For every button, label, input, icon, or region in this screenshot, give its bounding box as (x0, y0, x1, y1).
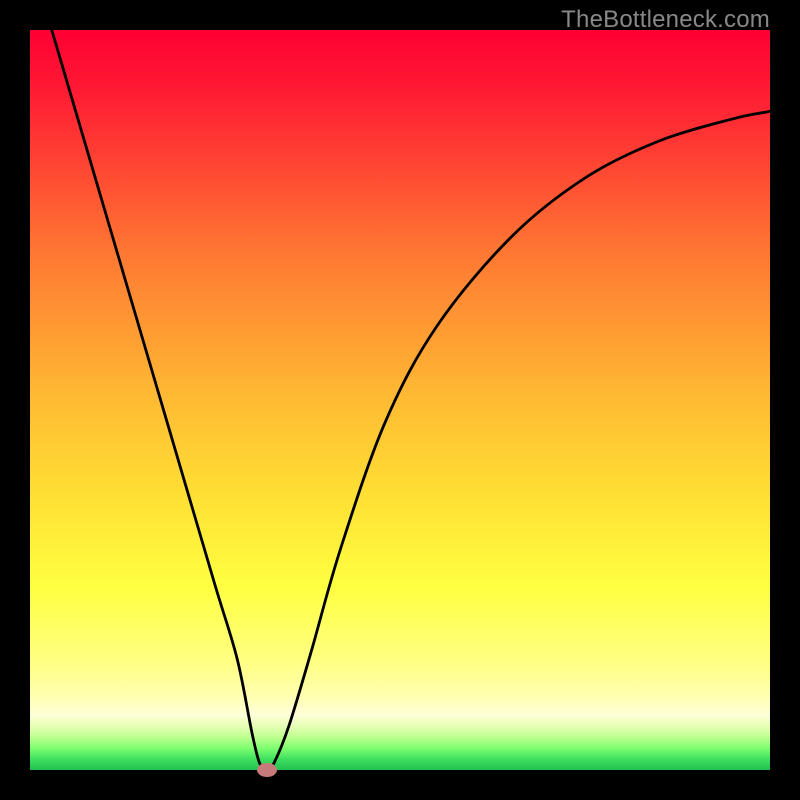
bottleneck-curve (30, 30, 770, 770)
chart-frame: TheBottleneck.com (0, 0, 800, 800)
minimum-marker (257, 763, 277, 777)
watermark-text: TheBottleneck.com (561, 6, 770, 34)
curve-path (30, 0, 770, 770)
